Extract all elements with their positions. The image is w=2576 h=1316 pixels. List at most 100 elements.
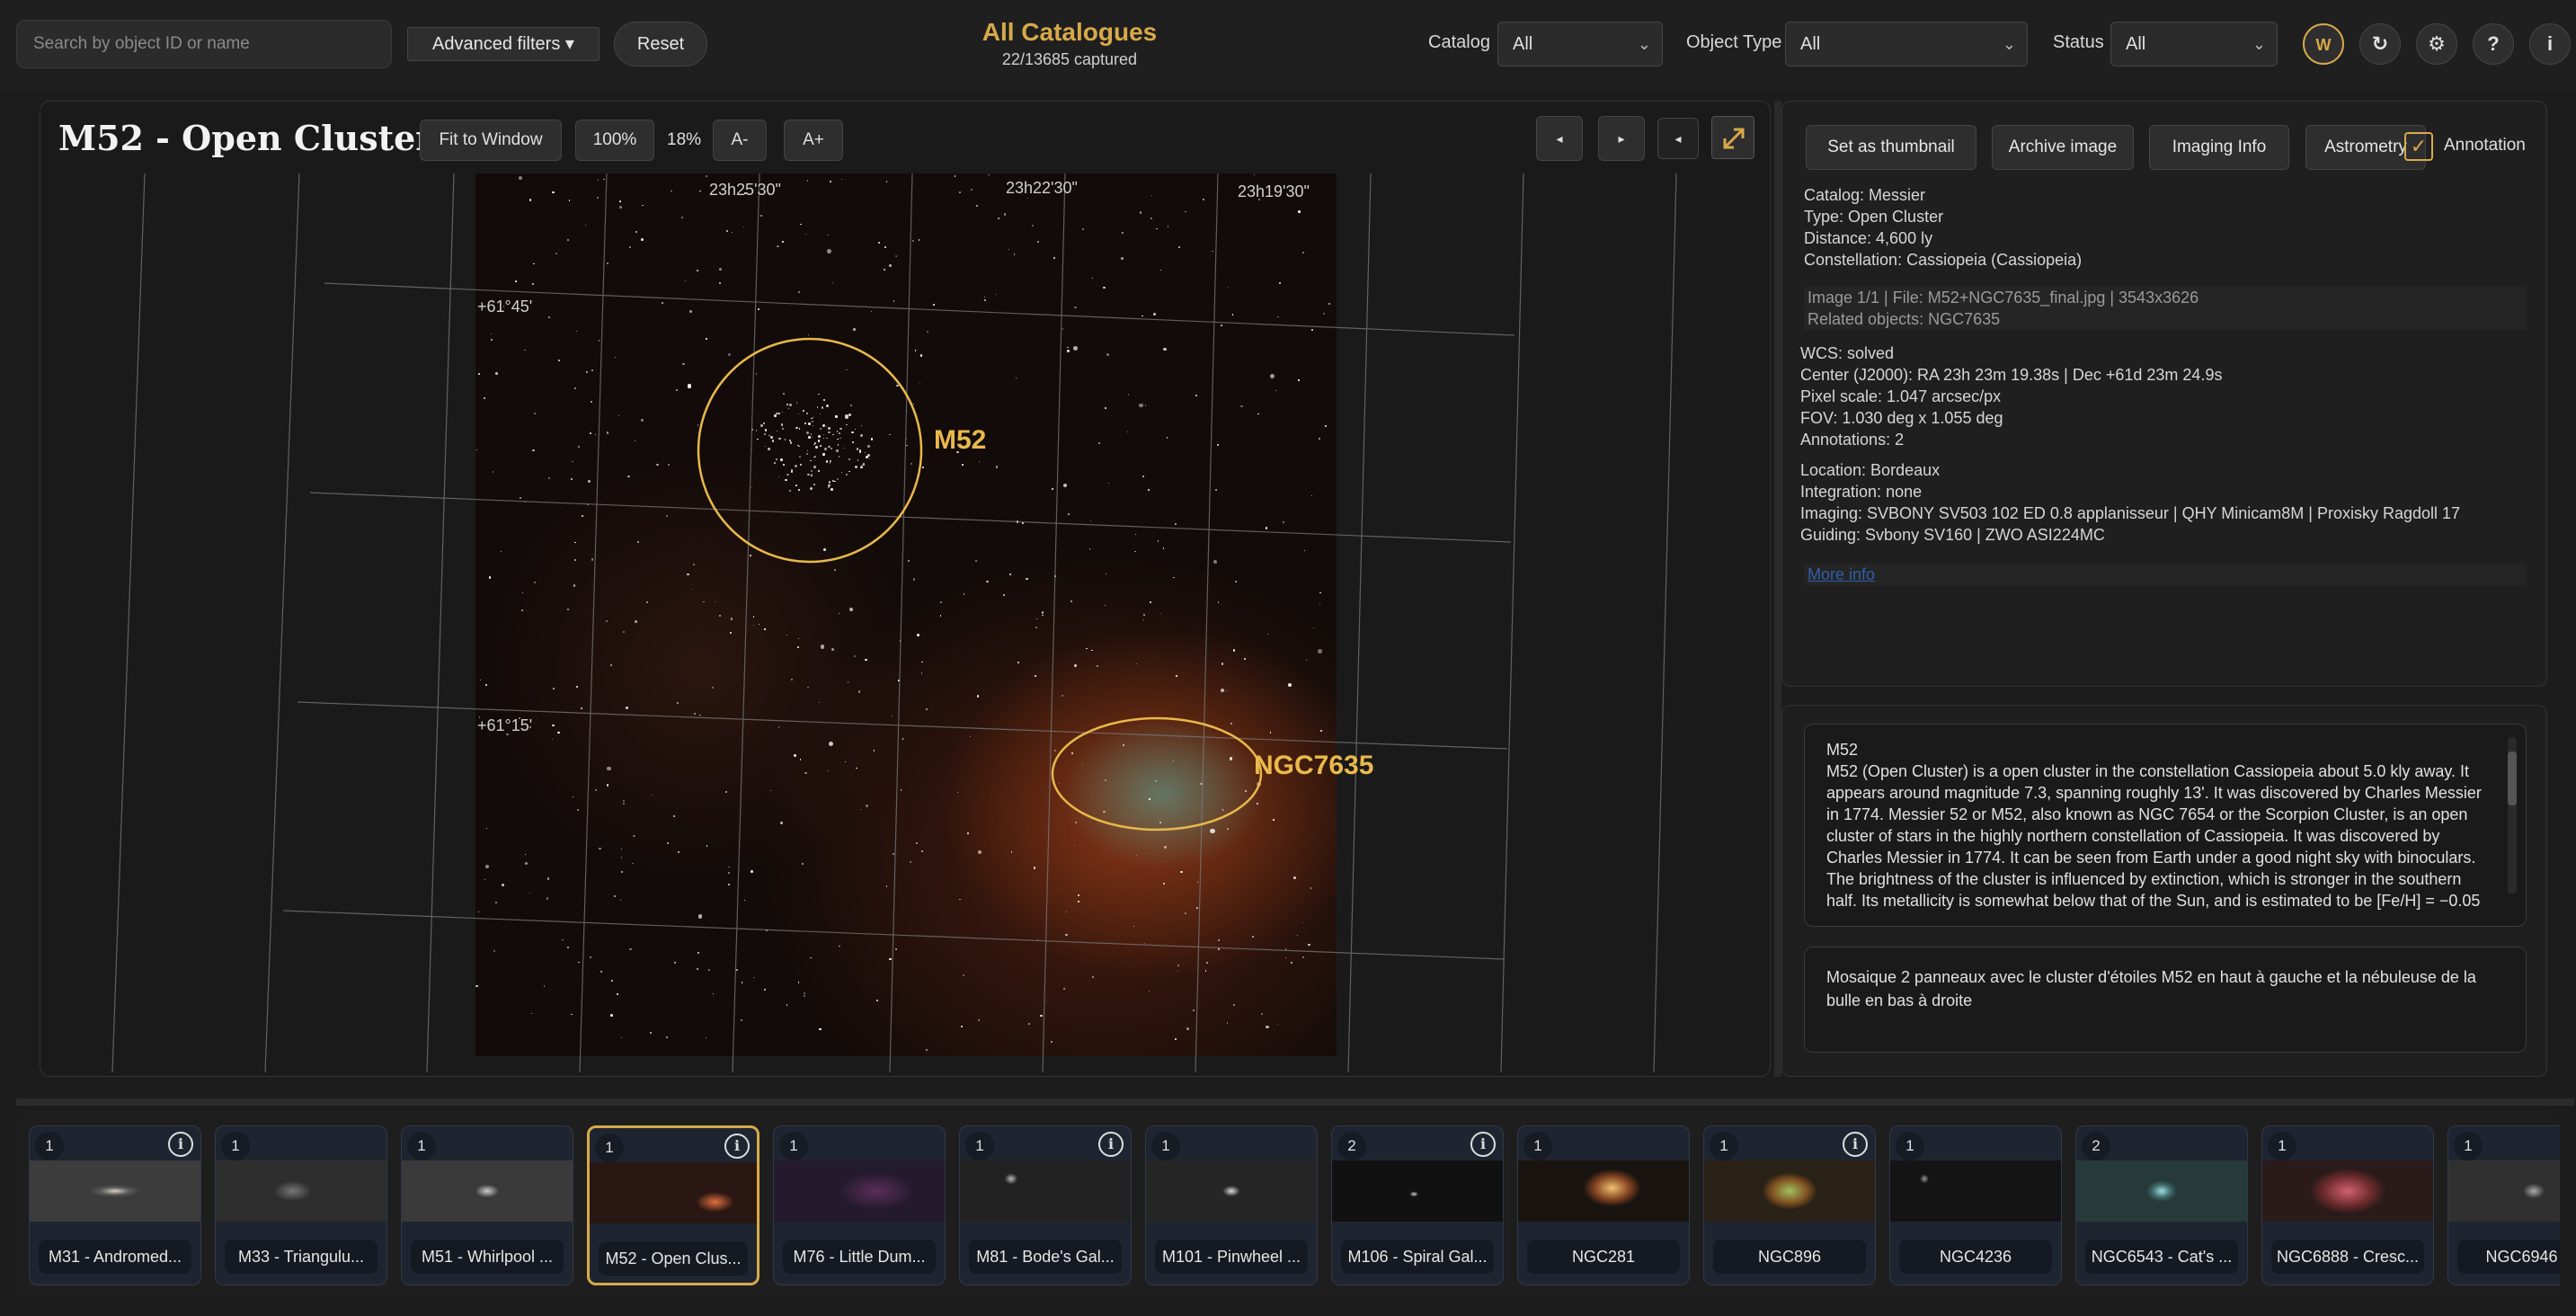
reset-button[interactable]: Reset xyxy=(614,22,707,67)
archive-image-button[interactable]: Archive image xyxy=(1992,125,2134,170)
help-icon[interactable]: ? xyxy=(2473,23,2514,65)
image-count-badge: 1 xyxy=(595,1134,624,1162)
info-icon[interactable]: i xyxy=(1098,1132,1124,1157)
thumbnail-strip-splitter[interactable] xyxy=(16,1098,2574,1106)
info-icon[interactable]: i xyxy=(724,1134,750,1159)
thumbnail-image xyxy=(1146,1160,1317,1222)
thumbnail-card[interactable]: 1 i M31 - Andromed... xyxy=(29,1125,201,1285)
thumbnail-image xyxy=(960,1160,1131,1222)
thumbnail-image xyxy=(2076,1160,2247,1222)
ngc7635-annotation-label: NGC7635 xyxy=(1254,751,1374,780)
user-avatar[interactable]: W xyxy=(2303,23,2344,65)
m52-annotation-label: M52 xyxy=(934,425,987,455)
object-info-panel: Set as thumbnail Archive image Imaging I… xyxy=(1781,101,2547,687)
image-count-badge: 1 xyxy=(1523,1132,1552,1160)
thumbnail-card[interactable]: 1 NGC281 xyxy=(1517,1125,1690,1285)
thumbnail-card[interactable]: 1 M51 - Whirlpool ... xyxy=(401,1125,573,1285)
chevron-down-icon: ⌄ xyxy=(2252,35,2266,53)
zoom-level: 18% xyxy=(667,130,702,149)
constellation-line: Constellation: Cassiopeia (Cassiopeia) xyxy=(1804,251,2083,269)
info-icon[interactable]: i xyxy=(168,1132,193,1157)
thumbnail-label: NGC6543 - Cat's ... xyxy=(2085,1240,2238,1274)
thumbnail-image xyxy=(774,1160,945,1222)
wcs-center-line: Center (J2000): RA 23h 23m 19.38s | Dec … xyxy=(1800,366,2223,384)
status-select[interactable]: All ⌄ xyxy=(2110,22,2278,67)
thumbnail-image xyxy=(1332,1160,1503,1222)
thumbnail-card[interactable]: 1 i NGC896 xyxy=(1703,1125,1876,1285)
catalog-select-value: All xyxy=(1513,34,1533,54)
distance-line: Distance: 4,600 ly xyxy=(1804,229,1933,247)
page-title: All Catalogues xyxy=(982,18,1158,46)
catalog-select[interactable]: All ⌄ xyxy=(1497,22,1663,67)
thumbnail-card[interactable]: 2 i M106 - Spiral Gal... xyxy=(1331,1125,1504,1285)
image-count-badge: 2 xyxy=(1337,1132,1366,1160)
annotation-checkbox[interactable]: ✓ xyxy=(2404,132,2433,161)
description-scroll-thumb[interactable] xyxy=(2508,751,2517,805)
object-type-select[interactable]: All ⌄ xyxy=(1785,22,2028,67)
zoom-100-button[interactable]: 100% xyxy=(575,120,654,161)
settings-gear-icon[interactable]: ⚙ xyxy=(2416,23,2457,65)
thumbnail-label: M31 - Andromed... xyxy=(39,1240,191,1274)
image-canvas[interactable]: 23h25'30" 23h22'30" 23h19'30" +61°45' +6… xyxy=(40,173,1770,1076)
thumbnail-card[interactable]: 1 NGC6946 - F xyxy=(2447,1125,2560,1285)
thumbnail-label: NGC281 xyxy=(1527,1240,1680,1274)
imaging-info-button[interactable]: Imaging Info xyxy=(2149,125,2289,170)
thumbnail-card[interactable]: 2 NGC6543 - Cat's ... xyxy=(2075,1125,2248,1285)
image-count-badge: 1 xyxy=(779,1132,808,1160)
thumbnail-label: M76 - Little Dum... xyxy=(783,1240,936,1274)
info-icon[interactable]: i xyxy=(1470,1132,1496,1157)
info-icon[interactable]: i xyxy=(2529,23,2571,65)
wcs-grid-overlay xyxy=(111,173,1677,1073)
wcs-details: WCS: solved Center (J2000): RA 23h 23m 1… xyxy=(1800,342,2523,450)
image-count-badge: 1 xyxy=(407,1132,436,1160)
thumbnail-label: NGC4236 xyxy=(1899,1240,2052,1274)
thumbnail-image xyxy=(1518,1160,1689,1222)
status-select-value: All xyxy=(2126,34,2146,54)
more-info-link[interactable]: More info xyxy=(1808,565,1875,583)
thumbnail-card[interactable]: 1 M76 - Little Dum... xyxy=(773,1125,946,1285)
thumbnail-image xyxy=(2262,1160,2433,1222)
info-icon[interactable]: i xyxy=(1843,1132,1868,1157)
description-panel: M52 M52 (Open Cluster) is a open cluster… xyxy=(1781,705,2547,1077)
panel-splitter[interactable] xyxy=(1774,101,1781,1077)
notes-box[interactable]: Mosaique 2 panneaux avec le cluster d'ét… xyxy=(1804,947,2527,1053)
ra-label: 23h25'30" xyxy=(709,181,781,199)
thumbnail-card[interactable]: 1 NGC4236 xyxy=(1889,1125,2062,1285)
thumbnail-card[interactable]: 1 i M81 - Bode's Gal... xyxy=(959,1125,1132,1285)
image-count-badge: 2 xyxy=(2082,1132,2110,1160)
thumbnail-strip: 1 i M31 - Andromed... 1 M33 - Triangulu... 1 M… xyxy=(16,1111,2560,1302)
collapse-panel-button[interactable]: ◂ xyxy=(1657,118,1699,159)
thumbnail-label: NGC6888 - Cresc... xyxy=(2271,1240,2424,1274)
thumbnail-label: NGC6946 - F xyxy=(2457,1240,2560,1274)
description-title: M52 xyxy=(1826,741,1859,759)
thumbnail-label: M106 - Spiral Gal... xyxy=(1341,1240,1494,1274)
integration-line: Integration: none xyxy=(1800,483,1923,501)
thumbnail-card[interactable]: 1 NGC6888 - Cresc... xyxy=(2261,1125,2434,1285)
imaging-details: Location: Bordeaux Integration: none Ima… xyxy=(1800,459,2523,546)
thumbnail-label: M81 - Bode's Gal... xyxy=(969,1240,1122,1274)
set-thumbnail-button[interactable]: Set as thumbnail xyxy=(1806,125,1976,170)
previous-image-button[interactable]: ◂ xyxy=(1536,116,1583,161)
thumbnail-card[interactable]: 1 M33 - Triangulu... xyxy=(215,1125,387,1285)
expand-icon[interactable] xyxy=(1711,116,1754,159)
catalog-line: Catalog: Messier xyxy=(1804,186,1926,204)
image-count-badge: 1 xyxy=(2454,1132,2483,1160)
status-filter-label: Status xyxy=(2053,32,2104,52)
font-increase-button[interactable]: A+ xyxy=(784,120,843,161)
file-line: Image 1/1 | File: M52+NGC7635_final.jpg … xyxy=(1808,289,2199,307)
fit-to-window-button[interactable]: Fit to Window xyxy=(420,120,562,161)
pixel-scale-line: Pixel scale: 1.047 arcsec/px xyxy=(1800,387,2002,405)
thumbnail-card[interactable]: 1 i M52 - Open Clus... xyxy=(587,1125,759,1285)
location-line: Location: Bordeaux xyxy=(1800,461,1941,479)
image-count-badge: 1 xyxy=(965,1132,994,1160)
refresh-icon[interactable]: ↻ xyxy=(2359,23,2401,65)
description-box[interactable]: M52 M52 (Open Cluster) is a open cluster… xyxy=(1804,724,2527,927)
advanced-filters-button[interactable]: Advanced filters ▾ xyxy=(407,27,600,61)
search-input[interactable]: Search by object ID or name xyxy=(16,20,392,68)
thumbnail-card[interactable]: 1 M101 - Pinwheel ... xyxy=(1145,1125,1318,1285)
dec-label: +61°45' xyxy=(477,298,533,316)
next-image-button[interactable]: ▸ xyxy=(1598,116,1645,161)
font-decrease-button[interactable]: A- xyxy=(713,120,767,161)
dec-label: +61°15' xyxy=(477,716,533,734)
object-details: Catalog: Messier Type: Open Cluster Dist… xyxy=(1804,184,2527,271)
